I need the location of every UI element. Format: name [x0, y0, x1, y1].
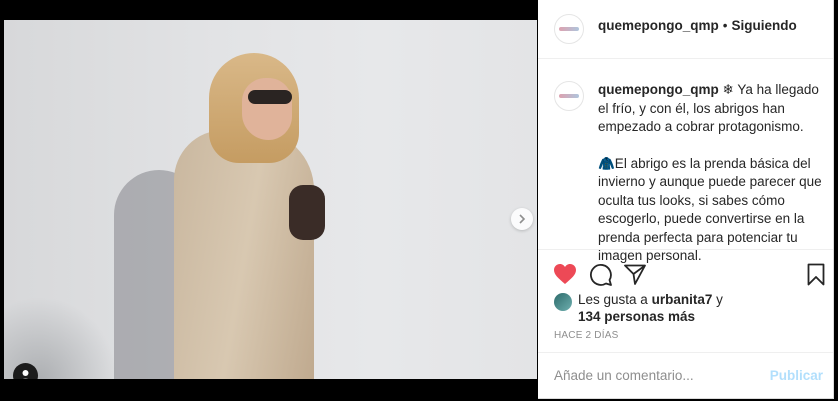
- post-photo[interactable]: [4, 20, 537, 379]
- post-modal: quemepongo_qmp • Siguiendo quemepongo_qmp …: [0, 0, 838, 401]
- sunglasses: [248, 90, 292, 104]
- caption-avatar[interactable]: [554, 81, 584, 111]
- heart-filled-icon: [554, 264, 576, 284]
- likes-count-link[interactable]: 134 personas más: [578, 309, 695, 324]
- author-username[interactable]: quemepongo_qmp: [598, 18, 719, 33]
- bookmark-icon: [807, 263, 825, 285]
- user-icon: [22, 370, 29, 379]
- like-button[interactable]: [552, 261, 578, 287]
- chevron-right-icon: [519, 214, 526, 224]
- separator-dot: •: [722, 18, 728, 33]
- comment-button[interactable]: [587, 261, 613, 287]
- save-button[interactable]: [803, 261, 829, 287]
- post-side-panel: quemepongo_qmp • Siguiendo quemepongo_qmp …: [538, 0, 834, 399]
- paper-plane-icon: [624, 264, 646, 285]
- glove: [289, 185, 325, 240]
- liker-username[interactable]: urbanita7: [652, 292, 713, 307]
- post-timestamp[interactable]: HACE 2 DÍAS: [554, 330, 618, 341]
- author-avatar[interactable]: [554, 14, 584, 44]
- caption-section: quemepongo_qmp ❄ Ya ha llegado el frío, …: [538, 59, 833, 263]
- caption-username[interactable]: quemepongo_qmp: [598, 82, 719, 97]
- share-button[interactable]: [622, 261, 648, 287]
- liker-avatar[interactable]: [554, 293, 572, 311]
- carousel-next-button[interactable]: [511, 208, 533, 230]
- likes-connector: y: [716, 292, 723, 307]
- coat: [174, 130, 314, 379]
- caption-line-2: 🧥El abrigo es la prenda básica del invie…: [598, 155, 822, 264]
- publish-button[interactable]: Publicar: [770, 368, 823, 383]
- caption-text: quemepongo_qmp ❄ Ya ha llegado el frío, …: [598, 81, 823, 284]
- comment-bar: Añade un comentario... Publicar: [538, 352, 833, 399]
- comment-icon: [589, 263, 612, 286]
- face: [242, 78, 292, 140]
- action-bar: [552, 261, 827, 289]
- likes-prefix: Les gusta a: [578, 292, 648, 307]
- comment-input[interactable]: Añade un comentario...: [554, 368, 694, 383]
- following-button[interactable]: Siguiendo: [731, 18, 796, 33]
- post-header: quemepongo_qmp • Siguiendo: [538, 0, 833, 59]
